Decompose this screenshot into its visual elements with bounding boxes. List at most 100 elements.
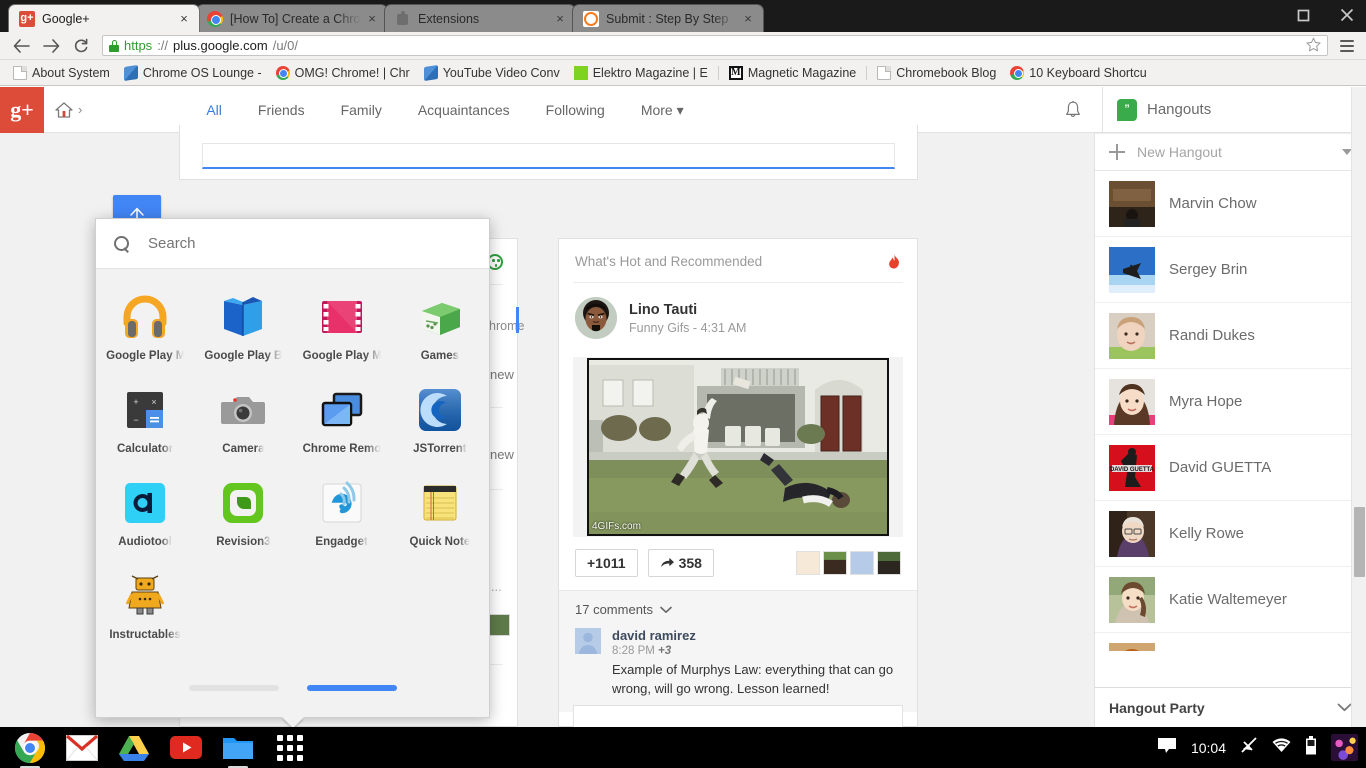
app-audiotool[interactable]: Audiotool <box>96 469 194 556</box>
page-scrollbar[interactable] <box>1351 87 1366 727</box>
comment-body: david ramirez 8:28 PM +3 Example of Murp… <box>612 628 901 699</box>
app-games[interactable]: Games <box>391 283 489 370</box>
youtube-icon[interactable] <box>170 732 202 764</box>
address-bar[interactable]: https://plus.google.com/u/0/ <box>102 35 1328 56</box>
bookmark-magnetic-magazine[interactable]: M Magnetic Magazine <box>722 64 863 82</box>
facepile-avatar[interactable] <box>796 551 820 575</box>
bookmark-elektro-magazine[interactable]: Elektro Magazine | E <box>567 64 715 82</box>
reload-icon[interactable] <box>66 33 96 59</box>
input-method-icon[interactable] <box>1240 736 1258 759</box>
hangouts-button[interactable]: ” Hangouts <box>1102 87 1360 133</box>
tab-close-icon[interactable]: × <box>553 12 567 26</box>
files-icon[interactable] <box>222 732 254 764</box>
maximize-icon[interactable] <box>1290 2 1316 28</box>
clock[interactable]: 10:04 <box>1191 740 1226 756</box>
hangouts-contact-randi-dukes[interactable]: Randi Dukes <box>1095 303 1366 369</box>
comments-toggle[interactable]: 17 comments <box>575 602 901 617</box>
post-community[interactable]: Funny Gifs <box>629 321 689 335</box>
app-launcher-icon[interactable] <box>274 732 306 764</box>
back-arrow-icon[interactable] <box>6 33 36 59</box>
calculator-icon: +×− <box>121 386 169 434</box>
whats-hot-header: What's Hot and Recommended <box>559 239 917 282</box>
app-instructables[interactable]: Instructables <box>96 562 194 649</box>
bookmark-chrome-os-lounge[interactable]: Chrome OS Lounge - <box>117 64 269 82</box>
app-quick-note[interactable]: Quick Note <box>391 469 489 556</box>
app-chrome-remote-desktop[interactable]: Chrome Remo <box>293 376 391 463</box>
avatar[interactable] <box>575 628 601 654</box>
google-play-music-icon <box>121 293 169 341</box>
hangout-party-footer[interactable]: Hangout Party <box>1095 687 1366 727</box>
facepile-avatar[interactable] <box>877 551 901 575</box>
avatar[interactable] <box>575 297 617 339</box>
app-camera[interactable]: Camera <box>194 376 292 463</box>
bookmark-10-keyboard-shortcuts[interactable]: 10 Keyboard Shortcu <box>1003 64 1153 82</box>
app-google-play-movies[interactable]: Google Play M <box>293 283 391 370</box>
post-author-name[interactable]: Lino Tauti <box>629 302 746 318</box>
hangouts-contact-list[interactable]: Marvin Chow Sergey Brin Randi Dukes <box>1095 171 1366 651</box>
wifi-icon[interactable] <box>1272 738 1291 758</box>
launcher-page-1[interactable] <box>189 685 279 691</box>
hangouts-contact-marvin-chow[interactable]: Marvin Chow <box>1095 171 1366 237</box>
hangouts-contact-katie-waltemeyer[interactable]: Katie Waltemeyer <box>1095 567 1366 633</box>
launcher-page-2[interactable] <box>307 685 397 691</box>
hangouts-contact-sergey-brin[interactable]: Sergey Brin <box>1095 237 1366 303</box>
app-revision3[interactable]: Revision3 <box>194 469 292 556</box>
avatar <box>1109 511 1155 557</box>
new-hangout-row[interactable]: New Hangout <box>1095 133 1366 171</box>
comments-count-label: 17 comments <box>575 602 653 617</box>
bookmark-chromebook-blog[interactable]: Chromebook Blog <box>870 64 1003 82</box>
app-google-play-music[interactable]: Google Play M <box>96 283 194 370</box>
hangouts-contact-angie-holden[interactable]: Angie Holden <box>1095 633 1366 651</box>
page-scrollbar-thumb[interactable] <box>1354 507 1365 577</box>
facepile-avatar[interactable] <box>823 551 847 575</box>
facepile <box>796 551 901 575</box>
tab-list: g+ Google+ × [How To] Create a Chrom × E… <box>8 4 760 32</box>
forward-arrow-icon[interactable] <box>36 33 66 59</box>
app-calculator[interactable]: +×− Calculator <box>96 376 194 463</box>
hangouts-contact-david-guetta[interactable]: DAVID GUETTA David GUETTA <box>1095 435 1366 501</box>
browser-tab-submit[interactable]: Submit : Step By Step × <box>572 4 764 32</box>
star-icon[interactable] <box>1306 37 1321 55</box>
hamburger-menu-icon[interactable] <box>1334 33 1360 59</box>
google-plus-logo[interactable]: g+ <box>0 87 44 133</box>
message-bubble-icon[interactable] <box>1157 737 1177 759</box>
plus-one-button[interactable]: +1011 <box>575 549 638 577</box>
tab-close-icon[interactable]: × <box>365 12 379 26</box>
comment-author[interactable]: david ramirez <box>612 628 901 643</box>
post-composer[interactable] <box>179 125 918 180</box>
bookmark-omg-chrome[interactable]: OMG! Chrome! | Chr <box>269 64 417 82</box>
bell-icon[interactable] <box>1062 98 1084 122</box>
app-engadget[interactable]: Engadget <box>293 469 391 556</box>
comment-input[interactable] <box>573 705 903 727</box>
chrome-icon[interactable] <box>14 732 46 764</box>
hangouts-contact-kelly-rowe[interactable]: Kelly Rowe <box>1095 501 1366 567</box>
browser-tab-extensions[interactable]: Extensions × <box>384 4 576 32</box>
tab-close-icon[interactable]: × <box>741 12 755 26</box>
app-jstorrent[interactable]: JSTorrent <box>391 376 489 463</box>
browser-tab-how-to[interactable]: [How To] Create a Chrom × <box>196 4 388 32</box>
battery-icon[interactable] <box>1305 736 1317 760</box>
hangouts-contact-myra-hope[interactable]: Myra Hope <box>1095 369 1366 435</box>
user-avatar[interactable] <box>1331 734 1358 761</box>
green-square-icon <box>574 66 588 80</box>
card-selection-bar <box>516 307 519 333</box>
share-button[interactable]: 358 <box>648 549 714 577</box>
system-tray[interactable]: 10:04 <box>1157 727 1358 768</box>
composer-input[interactable] <box>202 143 895 169</box>
tab-close-icon[interactable]: × <box>177 12 191 26</box>
gmail-icon[interactable] <box>66 732 98 764</box>
search-input[interactable] <box>148 235 471 252</box>
post-image[interactable]: 4GIFs.com <box>587 358 889 536</box>
plus-icon <box>1109 144 1125 160</box>
app-google-play-books[interactable]: Google Play B <box>194 283 292 370</box>
google-drive-icon[interactable] <box>118 732 150 764</box>
gplus-favicon: g+ <box>19 11 35 27</box>
facepile-avatar[interactable] <box>850 551 874 575</box>
browser-tab-google-plus[interactable]: g+ Google+ × <box>8 4 200 32</box>
games-icon <box>416 293 464 341</box>
close-icon[interactable] <box>1334 2 1360 28</box>
bookmark-youtube-video-conv[interactable]: YouTube Video Conv <box>417 64 567 82</box>
launcher-search-row[interactable] <box>96 219 489 269</box>
chevron-down-icon[interactable] <box>1337 699 1352 716</box>
bookmark-about-system[interactable]: About System <box>6 64 117 82</box>
